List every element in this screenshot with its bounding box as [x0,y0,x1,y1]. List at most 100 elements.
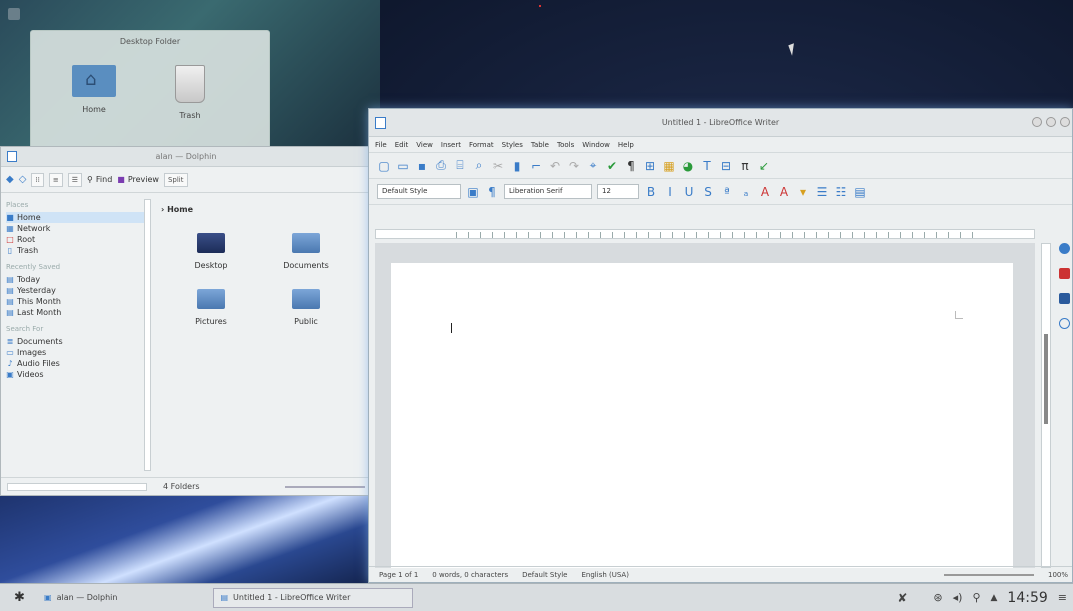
font-size-select[interactable]: 12 [597,184,639,199]
menu-insert[interactable]: Insert [441,141,461,149]
italic-icon[interactable]: I [663,185,677,199]
paste-icon[interactable]: ▮ [510,159,524,173]
strikethrough-icon[interactable]: S [701,185,715,199]
folder-documents[interactable]: Documents [266,233,346,270]
sidebar-toggle-icon[interactable]: ▤ [853,185,867,199]
places-item-network[interactable]: ▦ Network [6,223,146,234]
language[interactable]: English (USA) [582,571,629,579]
application-launcher-icon[interactable]: ✱ [14,590,28,605]
insert-textbox-icon[interactable]: T [700,159,714,173]
spelling-icon[interactable]: ✔ [605,159,619,173]
menu-edit[interactable]: Edit [395,141,409,149]
properties-icon[interactable] [1059,243,1070,254]
task-dolphin[interactable]: ▣ alan — Dolphin [38,588,123,608]
dolphin-titlebar[interactable]: alan — Dolphin [1,147,371,167]
search-item-videos[interactable]: ▣ Videos [6,369,146,380]
scrollbar-thumb[interactable] [1044,334,1048,424]
close-button[interactable] [1060,117,1070,127]
bullets-icon[interactable]: ☰ [815,185,829,199]
cut-icon[interactable]: ✂ [491,159,505,173]
print-preview-icon[interactable]: ⌕ [472,158,486,173]
details-view-button[interactable]: ☰ [67,172,83,187]
tray-expand-icon[interactable]: ▲ [991,593,998,603]
places-item-home[interactable]: ■ Home [6,212,146,223]
navigator-icon[interactable] [1059,318,1070,329]
folder-public[interactable]: Public [266,289,346,326]
places-item-trash[interactable]: ▯ Trash [6,245,146,256]
document-page[interactable] [391,263,1013,568]
numbering-icon[interactable]: ☷ [834,185,848,199]
back-icon[interactable]: ◆ [6,174,14,185]
find-button[interactable]: ⚲ Find [87,175,112,184]
special-character-icon[interactable]: π [738,159,752,173]
volume-icon[interactable]: ◂) [953,591,963,604]
preview-button[interactable]: ■ Preview [117,175,159,184]
desktop-item-home[interactable]: Home [59,65,129,114]
breadcrumb[interactable]: › Home [161,205,193,214]
desktop-item-trash[interactable]: Trash [155,65,225,120]
paragraph-style-select[interactable]: Default Style [377,184,461,199]
new-document-icon[interactable]: ▢ [377,159,391,173]
superscript-icon[interactable]: ª [720,185,734,199]
forward-icon[interactable]: ◇ [19,174,27,185]
menu-table[interactable]: Table [531,141,549,149]
styles-icon[interactable] [1059,268,1070,279]
menu-view[interactable]: View [416,141,433,149]
icons-view-button[interactable]: ⁞⁞ [31,172,44,187]
redo-icon[interactable]: ↷ [567,159,581,173]
find-replace-icon[interactable]: ⌖ [586,158,600,173]
export-pdf-icon[interactable]: ⎙ [434,158,448,173]
page-style[interactable]: Default Style [522,571,567,579]
font-name-select[interactable]: Liberation Serif [504,184,592,199]
recent-item-today[interactable]: ▤ Today [6,274,146,285]
insert-image-icon[interactable]: ▦ [662,159,676,173]
writer-titlebar[interactable]: Untitled 1 - LibreOffice Writer [369,109,1072,137]
maximize-button[interactable] [1046,117,1056,127]
folder-desktop[interactable]: Desktop [171,233,251,270]
klipper-icon[interactable]: ✘ [897,591,907,605]
formatting-marks-icon[interactable]: ¶ [624,159,638,173]
font-color-icon[interactable]: A [777,185,791,199]
places-scrollbar[interactable] [144,199,151,471]
ruler[interactable] [375,229,1035,239]
menu-window[interactable]: Window [582,141,610,149]
insert-hyperlink-icon[interactable]: ↙ [757,159,771,173]
panel-menu-icon[interactable]: ≡ [1058,591,1067,604]
insert-chart-icon[interactable]: ◕ [681,159,695,173]
places-hscrollbar[interactable] [7,482,147,491]
save-icon[interactable]: ▪ [415,159,429,173]
folder-pictures[interactable]: Pictures [171,289,251,326]
network-icon[interactable]: ⚲ [972,591,980,604]
updates-icon[interactable]: ⊛ [933,591,942,604]
gallery-icon[interactable] [1059,293,1070,304]
undo-icon[interactable]: ↶ [548,159,562,173]
recent-item-last-month[interactable]: ▤ Last Month [6,307,146,318]
desktop-toolbox-icon[interactable] [8,8,20,20]
update-style-icon[interactable]: ▣ [466,185,480,199]
open-icon[interactable]: ▭ [396,159,410,173]
highlight-icon[interactable]: ▾ [796,185,810,199]
search-item-images[interactable]: ▭ Images [6,347,146,358]
subscript-icon[interactable]: ₐ [739,185,753,199]
clear-formatting-icon[interactable]: A [758,185,772,199]
menu-file[interactable]: File [375,141,387,149]
task-writer[interactable]: ▤ Untitled 1 - LibreOffice Writer [213,587,414,608]
document-scrollbar[interactable] [1041,243,1051,568]
clone-formatting-icon[interactable]: ⌐ [529,159,543,173]
search-item-audio[interactable]: ♪ Audio Files [6,358,146,369]
recent-item-yesterday[interactable]: ▤ Yesterday [6,285,146,296]
zoom-level[interactable]: 100% [1048,571,1072,579]
zoom-slider[interactable] [285,485,365,488]
new-style-icon[interactable]: ¶ [485,185,499,199]
insert-field-icon[interactable]: ⊟ [719,159,733,173]
underline-icon[interactable]: U [682,185,696,199]
menu-styles[interactable]: Styles [502,141,523,149]
search-item-documents[interactable]: ≣ Documents [6,336,146,347]
recent-item-this-month[interactable]: ▤ This Month [6,296,146,307]
minimize-button[interactable] [1032,117,1042,127]
places-item-root[interactable]: □ Root [6,234,146,245]
menu-help[interactable]: Help [618,141,634,149]
bold-icon[interactable]: B [644,185,658,199]
split-button[interactable]: Split [163,172,188,187]
print-icon[interactable]: ⌸ [453,158,467,173]
